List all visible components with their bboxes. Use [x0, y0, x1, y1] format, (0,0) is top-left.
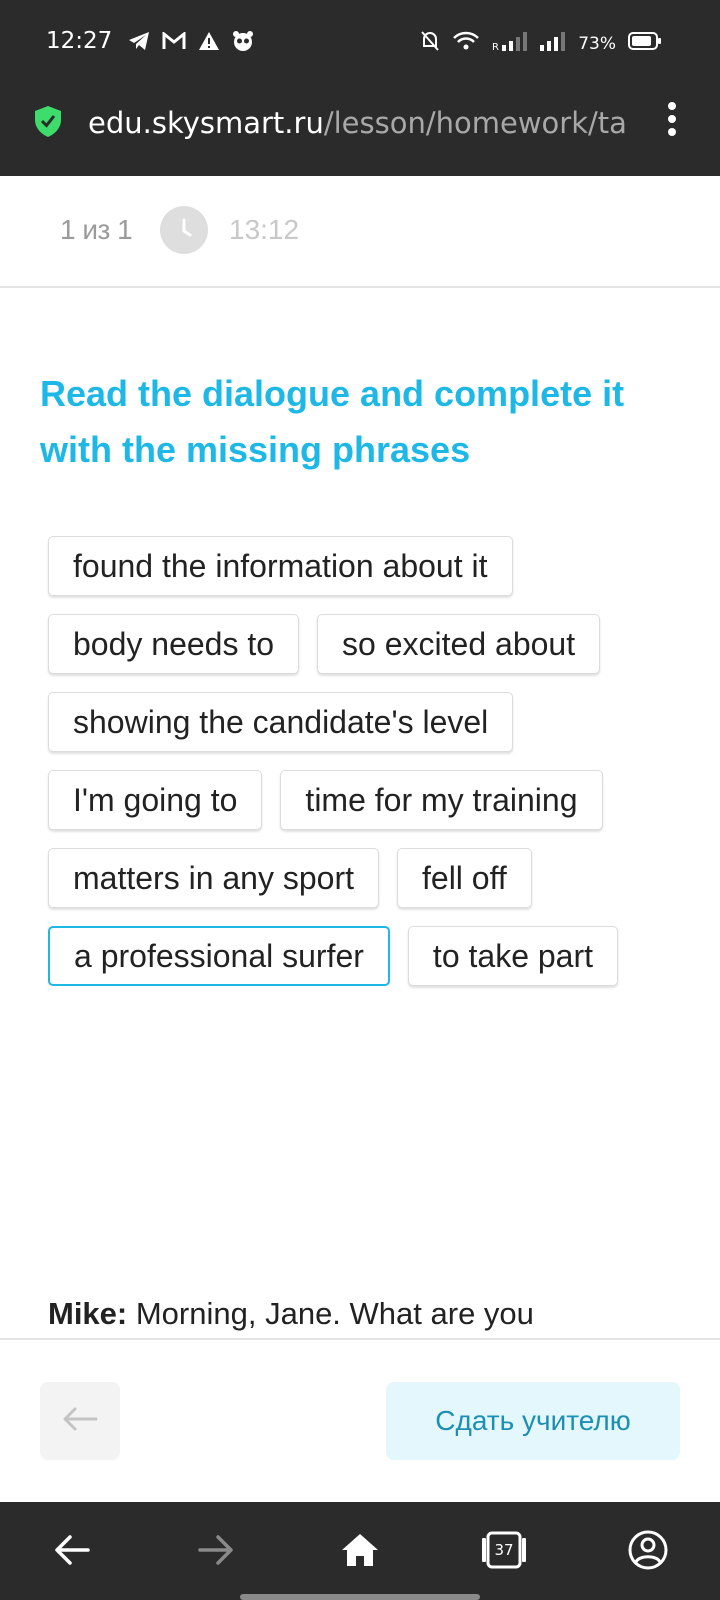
url-host: edu.skysmart.ru: [88, 106, 324, 140]
phrase-chip-selected[interactable]: a professional surfer: [48, 926, 390, 986]
timer: 13:12: [229, 214, 300, 245]
mute-icon: [420, 30, 440, 57]
back-button[interactable]: [40, 1382, 120, 1460]
tabs-count: 37: [494, 1541, 514, 1559]
task-counter: 1 из 1: [60, 214, 133, 245]
phrase-chip[interactable]: time for my training: [280, 770, 603, 830]
phrase-chip[interactable]: found the information about it: [48, 536, 513, 596]
progress-header: 1 из 1 13:12: [0, 176, 720, 288]
phrase-chip[interactable]: I'm going to: [48, 770, 263, 830]
gmail-icon: [162, 30, 186, 55]
warning-icon: [198, 31, 220, 56]
url-path: /lesson/homework/ta: [323, 106, 627, 140]
shield-check-icon[interactable]: [33, 104, 63, 143]
battery-percent: 73%: [578, 33, 616, 54]
phrase-bank: found the information about it body need…: [48, 536, 688, 986]
task-title: Read the dialogue and complete it with t…: [40, 373, 625, 470]
phrase-chip[interactable]: matters in any sport: [48, 848, 379, 908]
action-bar: Сдать учителю: [0, 1338, 720, 1504]
status-bar: 12:27 R 73%: [0, 0, 720, 88]
nav-back-icon[interactable]: [48, 1526, 96, 1574]
dialogue-speaker: Mike:: [48, 1296, 128, 1331]
notification-icons: [128, 30, 254, 57]
tabs-icon[interactable]: 37: [480, 1526, 528, 1574]
clock-icon: [160, 206, 208, 254]
signal-icon: [540, 30, 566, 57]
telegram-icon: [128, 31, 150, 56]
panda-icon: [232, 30, 254, 57]
account-icon[interactable]: [624, 1526, 672, 1574]
dialogue-text: Morning, Jane. What are you: [127, 1296, 534, 1331]
system-icons: R 73%: [420, 30, 662, 57]
phrase-chip[interactable]: showing the candidate's level: [48, 692, 514, 752]
browser-url-bar: edu.skysmart.ru/lesson/homework/ta: [0, 88, 720, 176]
browser-nav-bar: 37: [0, 1502, 720, 1600]
address-field[interactable]: edu.skysmart.ru/lesson/homework/ta: [88, 106, 634, 140]
status-time: 12:27: [46, 28, 113, 54]
gesture-bar: [240, 1594, 480, 1600]
phrase-chip[interactable]: body needs to: [48, 614, 300, 674]
phrase-chip[interactable]: fell off: [397, 848, 532, 908]
home-icon[interactable]: [336, 1526, 384, 1574]
signal-icon: R: [492, 30, 528, 57]
svg-text:R: R: [492, 42, 499, 52]
wifi-icon: [452, 30, 480, 57]
battery-icon: [628, 31, 662, 56]
dialogue-line: Mike: Morning, Jane. What are you: [48, 1296, 688, 1338]
browser-menu-icon[interactable]: [660, 102, 684, 138]
phrase-chip[interactable]: so excited about: [317, 614, 601, 674]
submit-to-teacher-button[interactable]: Сдать учителю: [386, 1382, 680, 1460]
arrow-left-icon: [62, 1407, 98, 1436]
phrase-chip[interactable]: to take part: [407, 926, 619, 986]
nav-forward-icon[interactable]: [192, 1526, 240, 1574]
